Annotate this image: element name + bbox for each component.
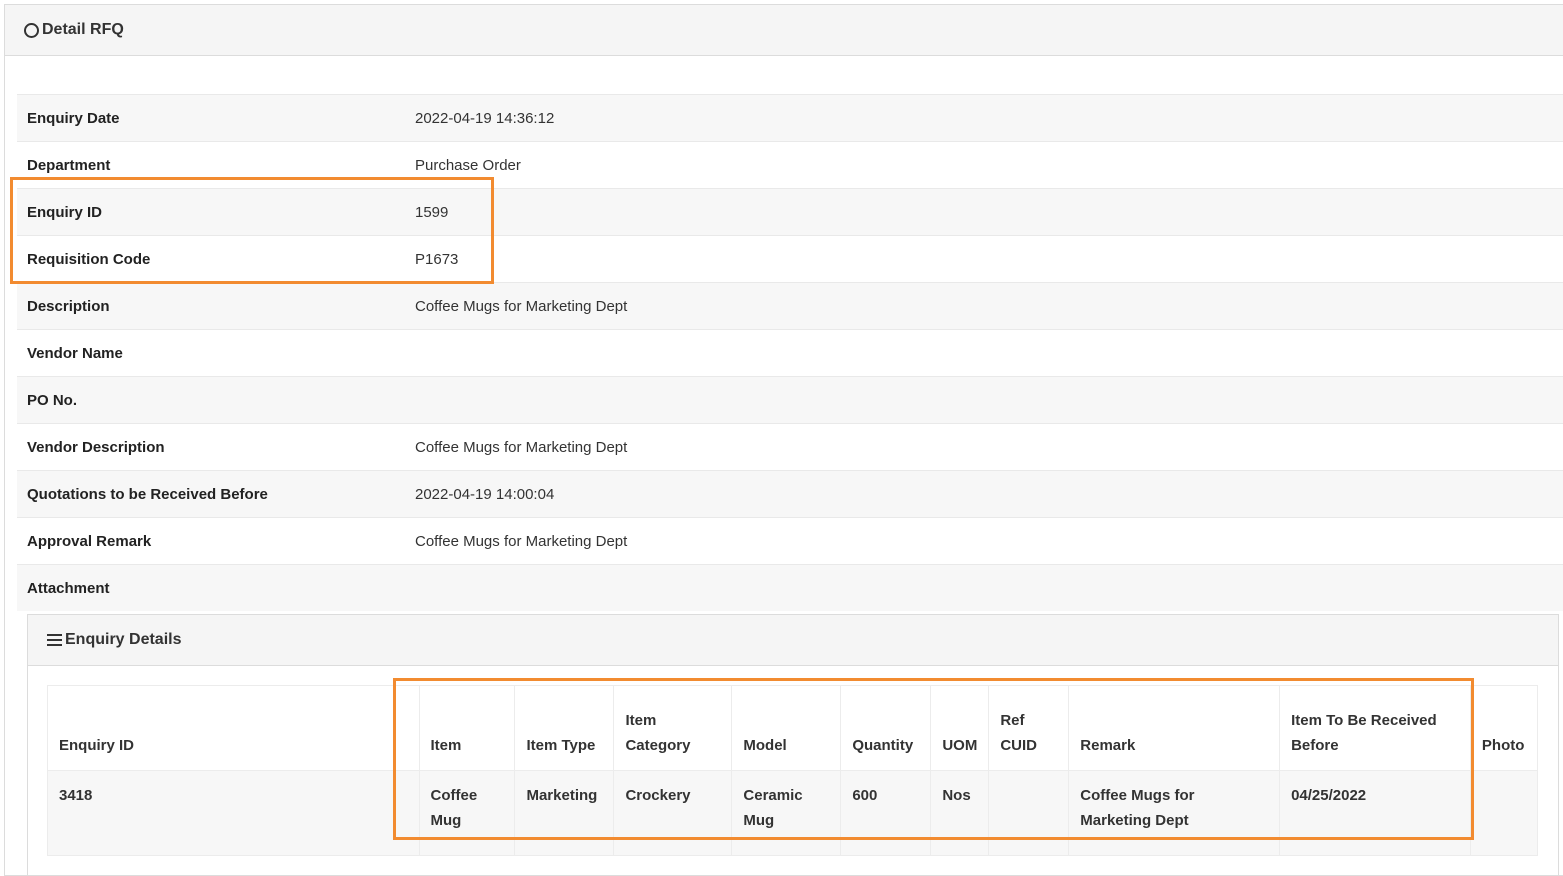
detail-row-department: Department Purchase Order xyxy=(17,141,1563,189)
column-header: Model xyxy=(731,685,842,771)
detail-value: 2022-04-19 14:36:12 xyxy=(405,94,1563,142)
table-row: 3418 Coffee Mug Marketing Crockery Ceram… xyxy=(47,770,1539,856)
table-cell: 04/25/2022 xyxy=(1279,770,1471,856)
detail-row-description: Description Coffee Mugs for Marketing De… xyxy=(17,282,1563,330)
enquiry-details-header: Enquiry Details xyxy=(28,615,1558,666)
detail-value xyxy=(405,329,1563,377)
table-cell: Nos xyxy=(930,770,990,856)
column-header: Item Type xyxy=(514,685,615,771)
enquiry-details-title: Enquiry Details xyxy=(65,631,182,648)
detail-value: Coffee Mugs for Marketing Dept xyxy=(405,517,1563,565)
detail-label: Enquiry ID xyxy=(17,188,405,236)
detail-label: Vendor Description xyxy=(17,423,405,471)
detail-value: 2022-04-19 14:00:04 xyxy=(405,470,1563,518)
detail-value: Coffee Mugs for Marketing Dept xyxy=(405,423,1563,471)
detail-row-vendor-name: Vendor Name xyxy=(17,329,1563,377)
detail-row-quotations-before: Quotations to be Received Before 2022-04… xyxy=(17,470,1563,518)
detail-label: Description xyxy=(17,282,405,330)
column-header: Remark xyxy=(1068,685,1281,771)
detail-value: P1673 xyxy=(405,235,1563,283)
column-header: Item xyxy=(418,685,516,771)
column-header: Quantity xyxy=(840,685,932,771)
column-header: Item Category xyxy=(613,685,733,771)
detail-value xyxy=(405,564,1563,611)
detail-value xyxy=(405,376,1563,424)
detail-label: PO No. xyxy=(17,376,405,424)
detail-value: Coffee Mugs for Marketing Dept xyxy=(405,282,1563,330)
column-header: Ref CUID xyxy=(988,685,1070,771)
table-cell: 3418 xyxy=(47,770,420,856)
table-cell: 600 xyxy=(840,770,932,856)
table-cell: Marketing xyxy=(514,770,615,856)
detail-row-attachment: Attachment xyxy=(17,564,1563,611)
detail-label: Vendor Name xyxy=(17,329,405,377)
enquiry-items-table: Enquiry ID Item Item Type Item Category … xyxy=(47,685,1539,856)
column-header: UOM xyxy=(930,685,990,771)
detail-value: Purchase Order xyxy=(405,141,1563,189)
rfq-detail-table: Enquiry Date 2022-04-19 14:36:12 Departm… xyxy=(17,94,1563,611)
column-header: Enquiry ID xyxy=(47,685,420,771)
detail-row-vendor-description: Vendor Description Coffee Mugs for Marke… xyxy=(17,423,1563,471)
table-header-row: Enquiry ID Item Item Type Item Category … xyxy=(47,685,1539,771)
detail-label: Quotations to be Received Before xyxy=(17,470,405,518)
card-header: Detail RFQ xyxy=(5,5,1563,56)
detail-label: Enquiry Date xyxy=(17,94,405,142)
table-cell xyxy=(1469,770,1539,856)
card-title: Detail RFQ xyxy=(42,21,124,38)
table-cell: Coffee Mug xyxy=(418,770,516,856)
detail-label: Department xyxy=(17,141,405,189)
detail-row-enquiry-date: Enquiry Date 2022-04-19 14:36:12 xyxy=(17,94,1563,142)
column-header: Photo xyxy=(1469,685,1539,771)
detail-row-requisition-code: Requisition Code P1673 xyxy=(17,235,1563,283)
detail-row-enquiry-id: Enquiry ID 1599 xyxy=(17,188,1563,236)
detail-label: Approval Remark xyxy=(17,517,405,565)
detail-value: 1599 xyxy=(405,188,1563,236)
table-cell: Ceramic Mug xyxy=(731,770,842,856)
detail-label: Requisition Code xyxy=(17,235,405,283)
detail-label: Attachment xyxy=(17,564,405,611)
table-cell: Crockery xyxy=(613,770,733,856)
table-cell: Coffee Mugs for Marketing Dept xyxy=(1068,770,1281,856)
circle-icon xyxy=(24,22,39,38)
column-header: Item To Be Received Before xyxy=(1279,685,1471,771)
bars-icon xyxy=(47,634,62,646)
table-cell xyxy=(988,770,1070,856)
detail-row-po-no: PO No. xyxy=(17,376,1563,424)
detail-row-approval-remark: Approval Remark Coffee Mugs for Marketin… xyxy=(17,517,1563,565)
